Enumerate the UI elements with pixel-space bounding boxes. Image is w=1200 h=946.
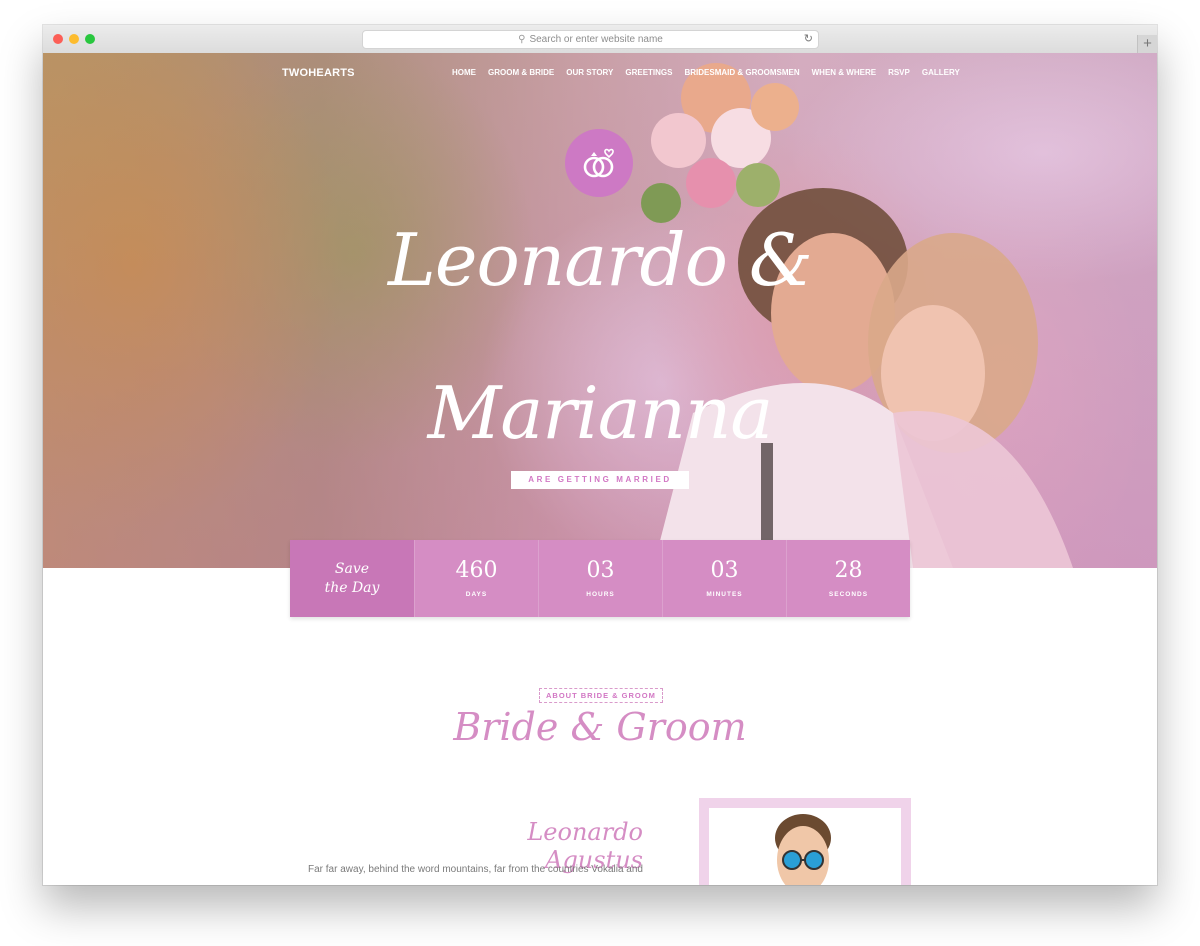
save-the-day-label: Save the Day [290, 540, 414, 617]
save-the-day-line2: the Day [324, 579, 380, 596]
address-bar-placeholder: Search or enter website name [529, 34, 663, 45]
nav-when-where[interactable]: WHEN & WHERE [812, 68, 876, 77]
groom-photo-frame [699, 798, 911, 885]
countdown-minutes: 03 MINUTES [662, 540, 786, 617]
countdown-days-value: 460 [455, 558, 498, 583]
nav-groom-bride[interactable]: GROOM & BRIDE [488, 68, 554, 77]
nav-rsvp[interactable]: RSVP [888, 68, 910, 77]
groom-bio: Far far away, behind the word mountains,… [308, 864, 643, 875]
countdown-seconds-label: SECONDS [828, 591, 869, 598]
countdown-minutes-value: 03 [710, 558, 739, 583]
nav-bridesmaid-groomsmen[interactable]: BRIDESMAID & GROOMSMEN [684, 68, 799, 77]
countdown-seconds: 28 SECONDS [786, 540, 910, 617]
couple-name-line1: Leonardo & [388, 218, 813, 302]
close-window-button[interactable] [53, 34, 63, 44]
reload-icon[interactable]: ↻ [804, 31, 813, 48]
countdown-timer: Save the Day 460 DAYS 03 HOURS 03 MINUTE… [290, 540, 910, 617]
search-icon: ⚲ [518, 34, 526, 45]
countdown-days: 460 DAYS [414, 540, 538, 617]
countdown-seconds-value: 28 [834, 558, 863, 583]
about-title: Bride & Groom [453, 705, 747, 749]
nav-our-story[interactable]: OUR STORY [566, 68, 613, 77]
wedding-rings-icon [583, 148, 614, 178]
zoom-window-button[interactable] [85, 34, 95, 44]
wedding-rings-badge [565, 129, 633, 197]
main-nav: HOME GROOM & BRIDE OUR STORY GREETINGS B… [452, 68, 960, 77]
nav-gallery[interactable]: GALLERY [922, 68, 960, 77]
groom-portrait-image [775, 814, 831, 885]
countdown-hours: 03 HOURS [538, 540, 662, 617]
groom-photo [709, 808, 901, 885]
countdown-hours-value: 03 [586, 558, 615, 583]
browser-toolbar: ⚲ Search or enter website name ↻ + [43, 25, 1157, 54]
couple-name-line2: Marianna [427, 371, 774, 455]
countdown-hours-label: HOURS [586, 591, 615, 598]
hero-section: TWOHEARTS HOME GROOM & BRIDE OUR STORY G… [43, 53, 1157, 568]
nav-home[interactable]: HOME [452, 68, 476, 77]
getting-married-label: ARE GETTING MARRIED [511, 471, 689, 489]
minimize-window-button[interactable] [69, 34, 79, 44]
countdown-days-label: DAYS [465, 591, 488, 598]
save-the-day-line1: Save [334, 560, 370, 577]
browser-window: ⚲ Search or enter website name ↻ + TWOHEA… [43, 25, 1157, 885]
site-logo[interactable]: TWOHEARTS [282, 67, 355, 79]
nav-greetings[interactable]: GREETINGS [625, 68, 672, 77]
address-bar[interactable]: ⚲ Search or enter website name ↻ [362, 30, 819, 49]
countdown-minutes-label: MINUTES [706, 591, 743, 598]
about-eyebrow: ABOUT BRIDE & GROOM [539, 688, 663, 703]
new-tab-button[interactable]: + [1137, 35, 1157, 53]
